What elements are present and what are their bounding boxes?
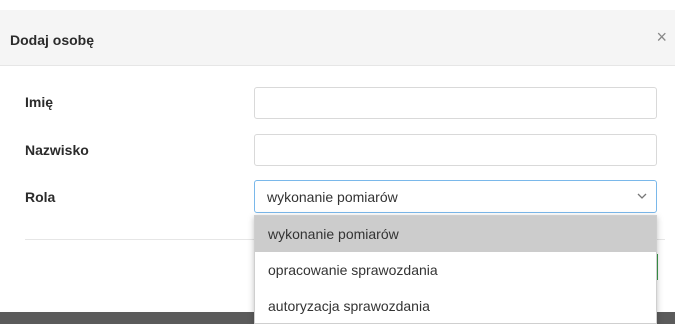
chevron-down-icon xyxy=(637,193,647,199)
close-icon[interactable]: × xyxy=(656,28,667,46)
role-option[interactable]: autoryzacja sprawozdania xyxy=(255,288,656,324)
add-person-modal: Dodaj osobę × Imię Nazwisko Rola wykonan… xyxy=(0,0,675,324)
first-name-input[interactable] xyxy=(254,87,657,119)
last-name-input[interactable] xyxy=(254,134,657,166)
role-select[interactable]: wykonanie pomiarów xyxy=(254,180,657,213)
modal-title: Dodaj osobę xyxy=(10,32,95,48)
last-name-label: Nazwisko xyxy=(25,142,89,158)
first-name-label: Imię xyxy=(25,94,54,110)
role-option[interactable]: wykonanie pomiarów xyxy=(255,216,656,252)
modal-header: Dodaj osobę × xyxy=(0,0,675,66)
role-dropdown-list: wykonanie pomiarów opracowanie sprawozda… xyxy=(254,215,657,324)
role-label: Rola xyxy=(25,189,56,205)
role-option[interactable]: opracowanie sprawozdania xyxy=(255,252,656,288)
role-select-value: wykonanie pomiarów xyxy=(267,189,398,205)
